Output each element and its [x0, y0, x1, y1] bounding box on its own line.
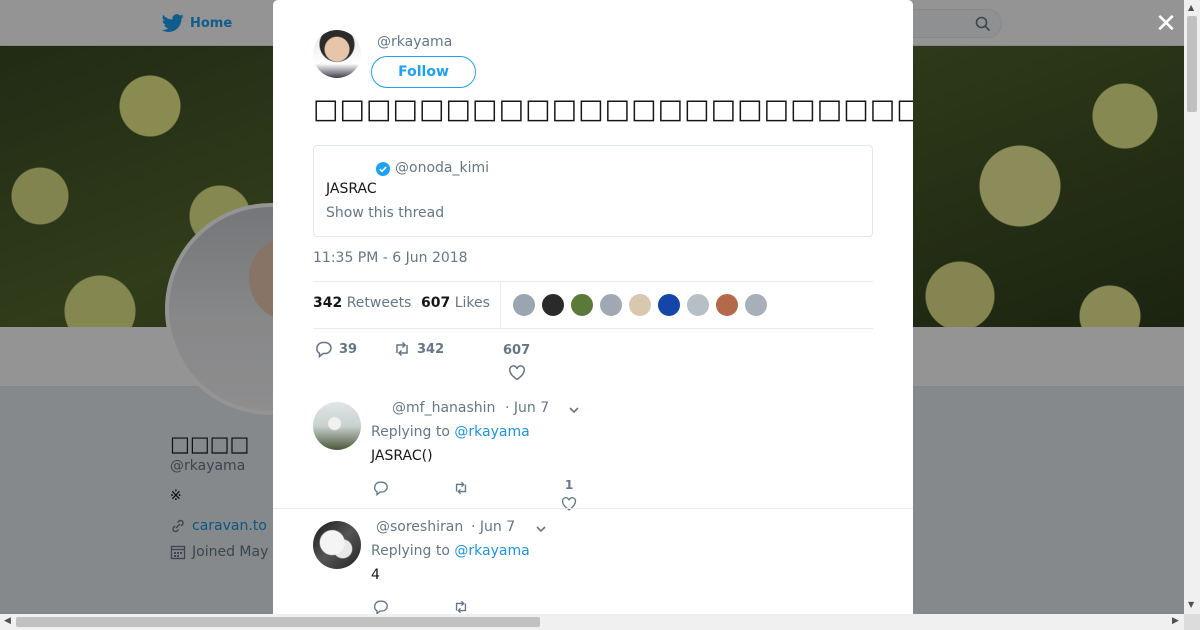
retweet-action[interactable] — [453, 599, 469, 614]
vertical-scrollbar[interactable]: ▲ ▼ — [1184, 0, 1200, 614]
reply-handle[interactable]: @mf_hanashin — [392, 400, 495, 416]
quoted-text: JASRAC — [326, 181, 377, 197]
quoted-tweet[interactable]: @onoda_kimi JASRAC Show this thread — [313, 145, 873, 237]
tweet-text: □□□□□□□□□□□□□□□□□□□□□□□□□□□□□□□□□□□□□□□□… — [313, 94, 913, 125]
horizontal-scroll-thumb[interactable] — [16, 617, 540, 627]
chevron-down-icon[interactable] — [568, 404, 580, 416]
verified-badge-icon — [376, 162, 390, 176]
tweet-timestamp[interactable]: 11:35 PM - 6 Jun 2018 — [313, 250, 468, 266]
replying-prefix: Replying to — [371, 543, 450, 559]
retweet-action[interactable] — [453, 480, 469, 496]
reply-avatar[interactable] — [313, 521, 361, 569]
author-avatar[interactable] — [313, 30, 361, 78]
liker-avatar[interactable] — [715, 293, 739, 317]
reply-tweet[interactable]: @soreshiran · Jun 7 Replying to @rkayama… — [273, 508, 913, 614]
reply-avatar[interactable] — [313, 402, 361, 450]
liker-avatar[interactable] — [657, 293, 681, 317]
reply-date[interactable]: · Jun 7 — [505, 400, 549, 416]
likes-label: Likes — [454, 295, 490, 311]
liker-avatar[interactable] — [686, 293, 710, 317]
quoted-handle[interactable]: @onoda_kimi — [395, 160, 489, 176]
liker-avatar[interactable] — [744, 293, 768, 317]
reply-tweet[interactable]: @mf_hanashin · Jun 7 Replying to @rkayam… — [273, 390, 913, 511]
stats-divider — [500, 282, 501, 328]
reply-handle[interactable]: @soreshiran — [376, 519, 463, 535]
heart-icon — [508, 365, 525, 381]
reply-icon — [374, 600, 388, 614]
reply-action[interactable] — [373, 599, 389, 614]
liker-avatar[interactable] — [512, 293, 536, 317]
tweet-modal: @rkayama Follow □□□□□□□□□□□□□□□□□□□□□□□□… — [273, 0, 913, 614]
reply-icon — [374, 481, 388, 496]
replying-prefix: Replying to — [371, 424, 450, 440]
likes-stat[interactable]: 607 Likes — [421, 295, 490, 311]
reply-action[interactable] — [373, 480, 389, 496]
author-handle[interactable]: @rkayama — [377, 34, 452, 50]
retweet-icon — [455, 600, 467, 614]
replying-to: Replying to @rkayama — [371, 424, 530, 440]
scroll-right-arrow-icon[interactable]: ▶ — [1172, 616, 1179, 626]
retweets-label: Retweets — [346, 295, 412, 311]
scroll-up-arrow-icon[interactable]: ▲ — [1188, 3, 1194, 12]
liker-avatar[interactable] — [599, 293, 623, 317]
reply-actions — [371, 599, 671, 614]
scrollbar-corner — [1184, 614, 1200, 630]
liker-avatar[interactable] — [628, 293, 652, 317]
reply-text: 4 — [371, 567, 380, 583]
retweets-stat[interactable]: 342 Retweets — [313, 295, 411, 311]
retweet-count: 342 — [417, 341, 445, 357]
reply-actions: 1 — [371, 478, 671, 511]
like-action[interactable]: 607 — [503, 343, 530, 382]
follow-button[interactable]: Follow — [371, 56, 476, 88]
liker-avatar[interactable] — [541, 293, 565, 317]
close-icon[interactable]: ✕ — [1154, 11, 1178, 37]
liker-avatar[interactable] — [570, 293, 594, 317]
retweet-icon — [455, 481, 467, 495]
chevron-down-icon[interactable] — [535, 523, 547, 535]
show-thread-link[interactable]: Show this thread — [326, 205, 444, 221]
scroll-left-arrow-icon[interactable]: ◀ — [4, 616, 11, 626]
tweet-actions: 39 342 607 — [313, 340, 873, 384]
replying-to: Replying to @rkayama — [371, 543, 530, 559]
reply-date[interactable]: · Jun 7 — [471, 519, 515, 535]
horizontal-scrollbar[interactable]: ◀ ▶ — [0, 614, 1184, 630]
retweet-action[interactable]: 342 — [393, 340, 444, 358]
scroll-down-arrow-icon[interactable]: ▼ — [1188, 600, 1194, 609]
like-action[interactable]: 1 — [561, 478, 577, 512]
reply-count: 39 — [339, 341, 358, 357]
retweet-icon — [396, 341, 408, 357]
tweet-stats: 342 Retweets 607 Likes — [313, 281, 873, 329]
retweets-count: 342 — [313, 295, 343, 311]
vertical-scroll-thumb[interactable] — [1187, 16, 1197, 112]
reply-text: JASRAC() — [371, 448, 433, 464]
replying-to-link[interactable]: @rkayama — [454, 424, 529, 440]
reply-action[interactable]: 39 — [315, 340, 357, 358]
like-count: 607 — [503, 343, 531, 358]
liker-avatars — [512, 293, 768, 317]
replying-to-link[interactable]: @rkayama — [454, 543, 529, 559]
likes-count: 607 — [421, 295, 451, 311]
reply-icon — [316, 341, 332, 358]
like-count: 1 — [564, 478, 574, 492]
